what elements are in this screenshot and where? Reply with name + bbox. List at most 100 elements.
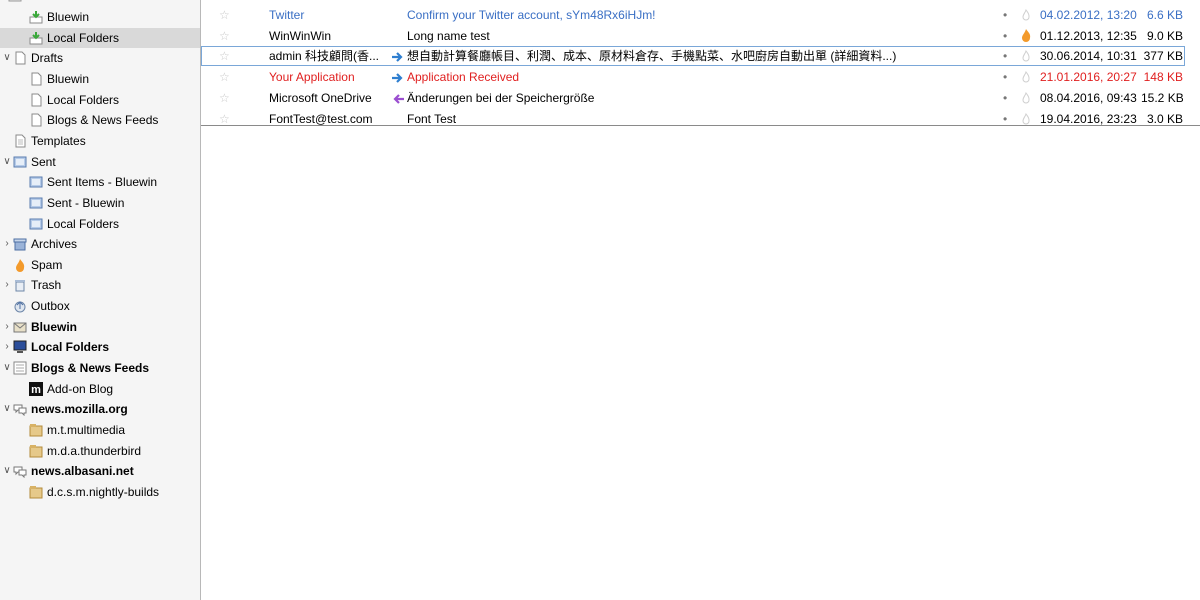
newsgroup-server-icon [13,404,27,417]
message-subject: 想自動計算餐廳帳目、利潤、成本、原材料倉存、手機點菜、水吧廚房自動出單 (詳細資… [407,49,897,64]
replied-icon [393,94,404,104]
folder-tree-row[interactable]: ∨ Drafts [0,48,200,68]
expand-twisty-icon[interactable]: › [2,234,12,254]
star-icon[interactable]: ☆ [219,67,233,87]
read-status-dot-icon[interactable]: • [1003,109,1013,126]
message-list: ☆ Twitter Confirm your Twitter account, sY… [201,0,1200,126]
folder-tree-row[interactable]: m Add-on Blog [0,379,200,399]
star-icon[interactable]: ☆ [219,46,233,66]
folder-tree-row[interactable]: Local Folders [0,90,200,110]
expand-twisty-icon[interactable]: › [2,337,12,357]
message-size: 148 KB [1143,70,1183,85]
folder-label: d.c.s.m.nightly-builds [47,484,160,499]
folder-tree-row[interactable]: Sent Items - Bluewin [0,172,200,192]
outbox-icon [14,301,26,313]
folder-label: Local Folders [47,30,120,45]
drafts-icon [31,93,42,107]
folder-tree-row[interactable]: Local Folders [0,214,200,234]
folder-label: m.d.a.thunderbird [47,443,142,458]
folder-label: Local Folders [47,216,120,231]
folder-tree-row[interactable]: Blogs & News Feeds [0,110,200,130]
message-row[interactable]: ☆ FontTest@test.com Font Test • 19.04.2016, … [201,109,1185,127]
folder-tree-row[interactable]: › Bluewin [0,317,200,337]
star-icon[interactable]: ☆ [219,5,233,25]
folder-label: Bluewin [47,71,90,86]
newsgroup-icon [29,424,43,437]
folder-label: Sent [31,154,56,169]
folder-tree-row[interactable]: ∨ Sent [0,152,200,172]
folder-tree-row[interactable]: Bluewin [0,69,200,89]
folder-tree-row[interactable]: ∨ news.mozilla.org [0,399,200,419]
drafts-icon [15,51,26,65]
not-junk-flame-icon[interactable] [1019,5,1033,25]
folder-tree-row[interactable]: Spam [0,255,200,275]
message-row[interactable]: ☆ Your Application Application Received • 21… [201,67,1185,87]
folder-tree-row[interactable]: m.d.a.thunderbird [0,441,200,461]
star-icon[interactable]: ☆ [219,88,233,108]
folder-tree-row[interactable]: m.t.multimedia [0,420,200,440]
junk-flame-icon[interactable] [1019,26,1033,46]
folder-tree-row[interactable]: Sent - Bluewin [0,193,200,213]
expand-twisty-icon[interactable]: › [2,317,12,337]
folder-label: news.mozilla.org [31,402,128,417]
folder-label: Outbox [31,299,70,314]
sent-icon [29,197,43,209]
folder-tree-row[interactable]: Outbox [0,296,200,316]
read-status-dot-icon[interactable]: • [1003,26,1013,46]
sent-icon [29,176,43,188]
folder-label: Archives [31,237,78,252]
not-junk-flame-icon[interactable] [1019,67,1033,87]
not-junk-flame-icon[interactable] [1019,109,1033,127]
folder-label: Trash [31,278,62,293]
read-status-dot-icon[interactable]: • [1003,46,1013,66]
message-sender: Twitter [269,8,305,22]
message-row[interactable]: ☆ WinWinWin Long name test • 01.12.2013, 12:… [201,26,1185,46]
message-subject: Application Received [407,70,520,85]
message-date: 21.01.2016, 20:27 [1040,70,1137,85]
message-sender: Your Application [269,70,355,85]
message-row[interactable]: ☆ Microsoft OneDrive Änderungen bei der Sp… [201,88,1185,108]
newsgroup-icon [29,444,43,458]
not-junk-flame-icon[interactable] [1019,88,1033,108]
message-size: 9.0 KB [1146,28,1183,43]
folder-tree-row[interactable]: d.c.s.m.nightly-builds [0,482,200,502]
folder-tree-row[interactable]: › Local Folders [0,337,200,357]
folder-label: Local Folders [47,92,120,107]
computer-icon [13,340,27,354]
read-status-dot-icon[interactable]: • [1003,5,1013,25]
folder-tree-row[interactable]: Templates [0,131,200,151]
collapse-twisty-icon[interactable]: ∨ [2,152,12,172]
read-status-dot-icon[interactable]: • [1003,88,1013,108]
folder-label: news.albasani.net [31,464,134,479]
collapse-twisty-icon[interactable]: ∨ [2,358,12,378]
folder-tree-row[interactable]: ∨ Blogs & News Feeds [0,358,200,378]
forwarded-icon [392,73,403,83]
folder-tree-row[interactable]: › Archives [0,234,200,254]
message-row[interactable]: ☆ admin 科技顧問(香... 想自動計算餐廳帳目、利潤、成本、原材料倉存、手機… [201,46,1185,67]
message-subject: Confirm your Twitter account, sYm48Rx6iH… [407,8,656,22]
not-junk-flame-icon[interactable] [1019,46,1033,66]
star-icon[interactable]: ☆ [219,109,233,126]
collapse-twisty-icon[interactable]: ∨ [2,461,12,481]
message-date: 19.04.2016, 23:23 [1040,111,1137,126]
folder-label: m.t.multimedia [47,423,126,437]
inbox-icon [29,31,43,45]
collapse-twisty-icon[interactable]: ∨ [2,399,12,419]
star-icon[interactable]: ☆ [219,26,233,46]
sent-icon [13,156,27,168]
feeds-icon [13,361,27,375]
folder-label: Spam [31,257,63,272]
forwarded-icon [392,52,403,63]
read-status-dot-icon[interactable]: • [1003,67,1013,87]
folder-tree-row[interactable]: ∨ news.albasani.net [0,461,200,481]
folder-tree-row[interactable]: Local Folders [0,27,200,48]
folder-tree-row[interactable]: › Trash [0,275,200,295]
folder-tree-row[interactable]: Bluewin [0,7,200,27]
expand-twisty-icon[interactable]: › [2,275,12,295]
message-date: 08.04.2016, 09:43 [1040,90,1137,105]
collapse-twisty-icon[interactable]: ∨ [2,48,12,68]
message-size: 3.0 KB [1146,111,1183,126]
message-subject: Änderungen bei der Speichergröße [407,90,595,105]
message-row[interactable]: ☆ Twitter Confirm your Twitter account, sY… [201,5,1185,25]
folder-label: Sent - Bluewin [47,195,125,210]
